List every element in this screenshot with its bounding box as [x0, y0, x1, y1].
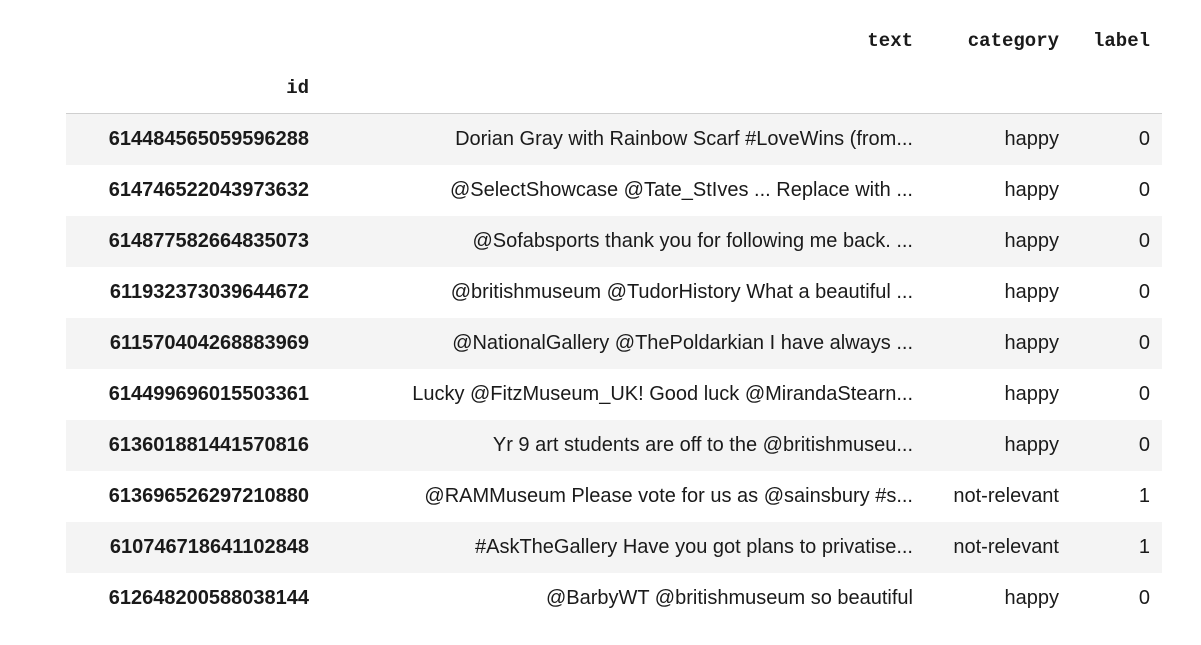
category-cell: happy [1004, 433, 1060, 456]
text-cell: @BarbyWT @britishmuseum so beautiful [545, 586, 913, 609]
text-cell: Lucky @FitzMuseum_UK! Good luck @Miranda… [412, 382, 913, 405]
label-cell: 0 [1138, 127, 1150, 150]
table-row: 614484565059596288 Dorian Gray with Rainb… [66, 113, 1162, 165]
column-header-category: category [967, 29, 1059, 52]
row-id-cell: 614746522043973632 [108, 178, 309, 201]
row-id-cell: 613696526297210880 [108, 484, 309, 507]
table-row: 611932373039644672 @britishmuseum @TudorH… [66, 266, 1162, 318]
dataframe-body: 614484565059596288 Dorian Gray with Rainb… [66, 113, 1162, 624]
row-id-cell: 614484565059596288 [108, 127, 309, 150]
column-header-blank [66, 18, 321, 63]
category-cell: happy [1004, 331, 1060, 354]
text-cell: @RAMMuseum Please vote for us as @sainsb… [424, 484, 913, 507]
category-cell: happy [1004, 127, 1060, 150]
table-row: 612648200588038144 @BarbyWT @britishmuseu… [66, 572, 1162, 624]
table-row: 611570404268883969 @NationalGallery @TheP… [66, 317, 1162, 369]
category-cell: not-relevant [953, 484, 1059, 507]
label-cell: 1 [1138, 484, 1150, 507]
row-id-cell: 614877582664835073 [108, 229, 309, 252]
text-cell: @SelectShowcase @Tate_StIves ... Replace… [449, 178, 913, 201]
table-row: 610746718641102848 #AskTheGallery Have yo… [66, 521, 1162, 573]
row-id-cell: 611932373039644672 [109, 280, 309, 303]
text-cell: @Sofabsports thank you for following me … [472, 229, 913, 252]
row-id-cell: 614499696015503361 [108, 382, 309, 405]
row-id-cell: 611570404268883969 [109, 331, 309, 354]
index-name-row: id [66, 63, 1162, 114]
label-cell: 1 [1138, 535, 1150, 558]
row-id-cell: 610746718641102848 [109, 535, 309, 558]
row-id-cell: 613601881441570816 [108, 433, 309, 456]
table-row: 614499696015503361 Lucky @FitzMuseum_UK! … [66, 368, 1162, 420]
row-id-cell: 612648200588038144 [108, 586, 309, 609]
label-cell: 0 [1138, 229, 1150, 252]
text-cell: @britishmuseum @TudorHistory What a beau… [450, 280, 913, 303]
category-cell: happy [1004, 229, 1060, 252]
dataframe-output: text category label id 61448456505959628… [66, 18, 1162, 624]
text-cell: Dorian Gray with Rainbow Scarf #LoveWins… [455, 127, 913, 150]
label-cell: 0 [1138, 433, 1150, 456]
text-cell: @NationalGallery @ThePoldarkian I have a… [452, 331, 913, 354]
category-cell: happy [1004, 586, 1060, 609]
table-row: 614877582664835073 @Sofabsports thank you… [66, 215, 1162, 267]
label-cell: 0 [1138, 586, 1150, 609]
index-name-header: id [66, 63, 321, 114]
label-cell: 0 [1138, 280, 1150, 303]
table-row: 613601881441570816 Yr 9 art students are … [66, 419, 1162, 471]
text-cell: #AskTheGallery Have you got plans to pri… [475, 535, 913, 558]
column-header-label: label [1092, 29, 1150, 52]
label-cell: 0 [1138, 382, 1150, 405]
text-cell: Yr 9 art students are off to the @britis… [492, 433, 913, 456]
category-cell: not-relevant [953, 535, 1059, 558]
dataframe-table: text category label id 61448456505959628… [66, 18, 1162, 624]
column-header-row: text category label [66, 18, 1162, 63]
column-header-text: text [867, 29, 913, 52]
category-cell: happy [1004, 382, 1060, 405]
table-row: 613696526297210880 @RAMMuseum Please vote… [66, 470, 1162, 522]
category-cell: happy [1004, 280, 1060, 303]
table-row: 614746522043973632 @SelectShowcase @Tate_… [66, 164, 1162, 216]
label-cell: 0 [1138, 331, 1150, 354]
label-cell: 0 [1138, 178, 1150, 201]
category-cell: happy [1004, 178, 1060, 201]
